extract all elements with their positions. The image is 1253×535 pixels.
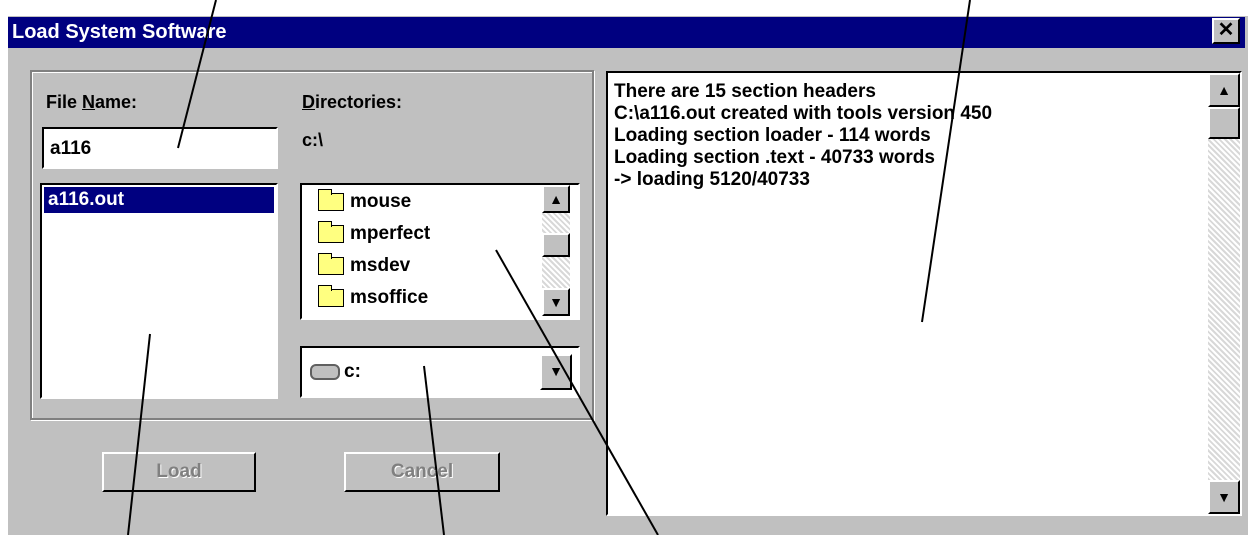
folder-icon — [318, 188, 344, 211]
log-line: There are 15 section headers — [614, 81, 876, 102]
directory-item-mperfect[interactable]: mperfect — [318, 220, 430, 253]
arrow-up-icon: ▲ — [1217, 82, 1231, 98]
cancel-button[interactable]: Cancel — [344, 452, 500, 492]
directory-list[interactable]: mouse mperfect msdev msoffice ▲ ▼ — [300, 183, 580, 320]
directory-item-mouse[interactable]: mouse — [318, 188, 411, 221]
arrow-down-icon: ▼ — [549, 294, 563, 310]
close-button[interactable]: ✕ — [1212, 18, 1240, 44]
directory-scroll-down-button[interactable]: ▼ — [542, 288, 570, 316]
directory-scroll-up-button[interactable]: ▲ — [542, 185, 570, 213]
file-list-item-selected[interactable]: a116.out — [44, 187, 274, 213]
title-bar: Load System Software — [8, 17, 1245, 48]
log-line: C:\a116.out created with tools version 4… — [614, 103, 993, 124]
file-name-input[interactable]: a116 — [42, 127, 278, 169]
drive-dropdown-button[interactable]: ▼ — [540, 354, 572, 390]
file-list[interactable]: a116.out — [40, 183, 278, 399]
drive-icon — [310, 363, 340, 380]
chevron-down-icon: ▼ — [549, 363, 563, 379]
log-line: Loading section .text - 40733 words — [614, 147, 935, 168]
drive-value: c: — [310, 361, 361, 383]
arrow-up-icon: ▲ — [549, 191, 563, 207]
window-title: Load System Software — [12, 21, 227, 43]
current-directory-path: c:\ — [302, 130, 324, 150]
folder-icon — [318, 252, 344, 275]
close-icon: ✕ — [1217, 19, 1235, 41]
load-button[interactable]: Load — [102, 452, 256, 492]
log-scrollbar[interactable] — [1208, 73, 1240, 514]
log-scroll-up-button[interactable]: ▲ — [1208, 73, 1240, 107]
directory-scroll-thumb[interactable] — [542, 233, 570, 257]
arrow-down-icon: ▼ — [1217, 489, 1231, 505]
log-line: Loading section loader - 114 words — [614, 125, 931, 146]
file-name-label: File Name: — [46, 92, 138, 112]
directory-item-msdev[interactable]: msdev — [318, 252, 410, 285]
folder-icon — [318, 284, 344, 307]
folder-icon — [318, 220, 344, 243]
log-scroll-down-button[interactable]: ▼ — [1208, 480, 1240, 514]
log-line: -> loading 5120/40733 — [614, 169, 810, 190]
file-name-value: a116 — [50, 138, 92, 159]
drive-dropdown[interactable]: c: ▼ — [300, 346, 580, 398]
log-scroll-thumb[interactable] — [1208, 107, 1240, 139]
directory-item-msoffice[interactable]: msoffice — [318, 284, 428, 317]
log-output-panel[interactable]: There are 15 section headers C:\a116.out… — [606, 71, 1242, 516]
directories-label: Directories: — [302, 92, 403, 112]
